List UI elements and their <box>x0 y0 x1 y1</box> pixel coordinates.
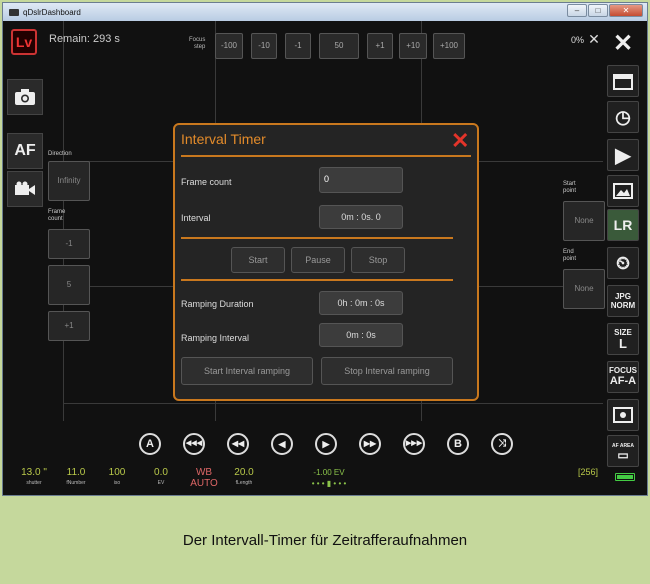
dialog-close-icon[interactable]: ✕ <box>451 128 469 154</box>
frame-step-value[interactable]: 5 <box>48 265 90 305</box>
stop-button[interactable]: Stop <box>351 247 405 273</box>
ev-status: 0.0 EV <box>154 467 168 486</box>
focus-mode-button[interactable]: FOCUS AF-A <box>607 361 639 393</box>
fnumber-status: 11.0 fNumber <box>66 467 86 486</box>
capture-button[interactable] <box>7 79 43 115</box>
live-view-button[interactable]: Lv <box>11 29 37 55</box>
focus-far-right-icon[interactable]: ▶▶▶ <box>403 433 425 455</box>
frame-counter: [256] <box>577 467 599 477</box>
end-point-button[interactable]: None <box>563 269 605 309</box>
focus-fast-left-icon[interactable]: ◀◀ <box>227 433 249 455</box>
focus-left-icon[interactable]: ◀ <box>271 433 293 455</box>
battery-icon <box>615 473 635 481</box>
shutter-status: 13.0 " shutter <box>21 467 47 486</box>
wb-status: WB AUTO <box>190 467 218 489</box>
focus-step-minus-1[interactable]: -1 <box>285 33 311 59</box>
image-icon[interactable] <box>607 175 639 207</box>
start-interval-ramping-button[interactable]: Start Interval ramping <box>181 357 313 385</box>
frame-count-label: Frame count <box>48 209 66 222</box>
remaining-time: Remain: 293 s <box>49 33 120 45</box>
app-icon <box>9 8 19 16</box>
metering-icon[interactable] <box>607 399 639 431</box>
frame-step-minus[interactable]: -1 <box>48 229 90 259</box>
focus-far-left-icon[interactable]: ◀◀◀ <box>183 433 205 455</box>
iso-status: 100 iso <box>108 467 126 486</box>
focus-fast-right-icon[interactable]: ▶▶ <box>359 433 381 455</box>
interval-timer-dialog: Interval Timer ✕ Frame count 0 Interval … <box>173 123 479 401</box>
focus-point-a-button[interactable]: A <box>139 433 161 455</box>
clock-icon[interactable]: ◷ <box>607 101 639 133</box>
movie-camera-icon <box>15 181 35 195</box>
title-bar: qDslrDashboard – □ ✕ <box>3 3 647 21</box>
focus-step-minus-100[interactable]: -100 <box>215 33 243 59</box>
pause-button[interactable]: Pause <box>291 247 345 273</box>
play-icon[interactable]: ▶ <box>607 139 639 171</box>
stop-interval-ramping-button[interactable]: Stop Interval ramping <box>321 357 453 385</box>
close-window-button[interactable]: ✕ <box>609 4 643 17</box>
af-area-button[interactable]: AF AREA ▭ <box>607 435 639 467</box>
camera-icon <box>15 89 35 105</box>
start-button[interactable]: Start <box>231 247 285 273</box>
focus-step-plus-1[interactable]: +1 <box>367 33 393 59</box>
frame-count-input[interactable]: 0 <box>319 167 403 193</box>
settings-close-icon[interactable]: ✕ <box>586 31 602 47</box>
calendar-icon[interactable] <box>607 65 639 97</box>
focus-point-b-button[interactable]: B <box>447 433 469 455</box>
dialog-title: Interval Timer <box>181 131 266 147</box>
ramping-duration-label: Ramping Duration <box>181 299 254 309</box>
maximize-button[interactable]: □ <box>588 4 608 17</box>
direction-button[interactable]: Infinity <box>48 161 90 201</box>
focus-step-label: Focus step <box>189 37 206 50</box>
focus-step-value[interactable]: 50 <box>319 33 359 59</box>
af-button[interactable]: AF <box>7 133 43 169</box>
exposure-meter: -1.00 EV • • • ▮ • • • <box>311 468 347 488</box>
ramping-interval-label: Ramping Interval <box>181 333 250 343</box>
end-point-label: End point <box>563 249 577 262</box>
interval-input[interactable]: 0m : 0s. 0 <box>319 205 403 229</box>
image-quality-button[interactable]: JPG NORM <box>607 285 639 317</box>
start-point-label: Start point <box>563 181 577 194</box>
tools-icon[interactable]: ✕ <box>607 27 639 59</box>
frame-count-field-label: Frame count <box>181 177 232 187</box>
image-size-button[interactable]: SIZE L <box>607 323 639 355</box>
self-timer-icon[interactable]: ⏲ <box>607 247 639 279</box>
direction-label: Direction <box>48 151 72 157</box>
window-title: qDslrDashboard <box>23 7 81 17</box>
frame-step-plus[interactable]: +1 <box>48 311 90 341</box>
ramping-duration-input[interactable]: 0h : 0m : 0s <box>319 291 403 315</box>
focus-step-minus-10[interactable]: -10 <box>251 33 277 59</box>
battery-percent: 0% <box>571 35 585 45</box>
interval-label: Interval <box>181 213 211 223</box>
caption: Der Intervall-Timer für Zeitrafferaufnah… <box>182 532 468 549</box>
app-window: qDslrDashboard – □ ✕ Lv Remain: 293 s Fo… <box>2 2 648 496</box>
lightroom-button[interactable]: LR <box>607 209 639 241</box>
flength-status: 20.0 fLength <box>234 467 254 486</box>
focus-right-icon[interactable]: ▶ <box>315 433 337 455</box>
focus-step-plus-10[interactable]: +10 <box>399 33 427 59</box>
shuffle-icon[interactable]: ⤨ <box>491 433 513 455</box>
ramping-interval-input[interactable]: 0m : 0s <box>319 323 403 347</box>
focus-step-plus-100[interactable]: +100 <box>433 33 465 59</box>
start-point-button[interactable]: None <box>563 201 605 241</box>
minimize-button[interactable]: – <box>567 4 587 17</box>
movie-button[interactable] <box>7 171 43 207</box>
live-view-screen: Lv Remain: 293 s Focus step -100 -10 -1 5… <box>3 21 647 495</box>
